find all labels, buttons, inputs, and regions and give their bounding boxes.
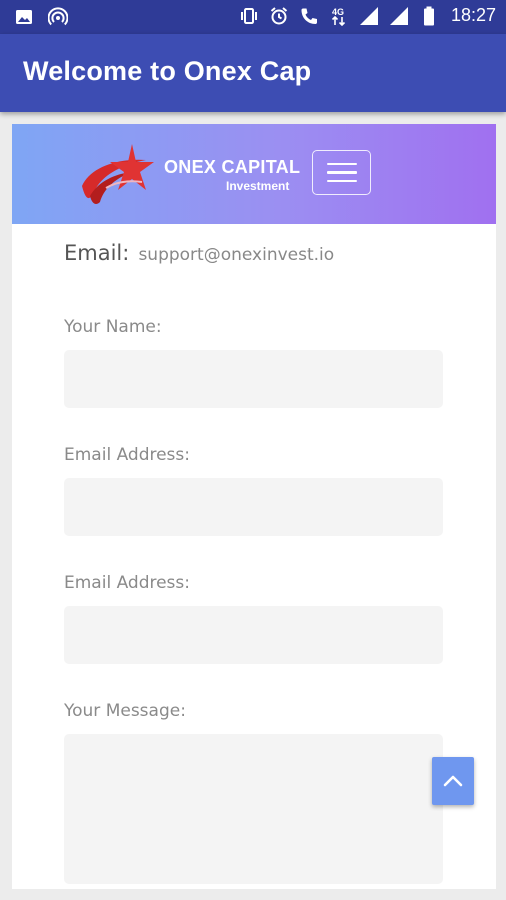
status-bar: 4G 18:27	[0, 0, 506, 34]
contact-email: Email: support@onexinvest.io	[64, 241, 334, 265]
image-icon	[14, 7, 34, 27]
name-input[interactable]	[64, 350, 443, 408]
email-address-label-2: Email Address:	[64, 573, 190, 593]
signal-icon	[389, 6, 409, 26]
email-address-label: Email Address:	[64, 445, 190, 465]
app-title: Welcome to Onex Cap	[23, 56, 312, 86]
email-label: Email:	[64, 241, 130, 265]
email-value[interactable]: support@onexinvest.io	[138, 245, 334, 265]
alarm-icon	[269, 6, 289, 26]
email-address-input-2[interactable]	[64, 606, 443, 664]
email-address-input[interactable]	[64, 478, 443, 536]
webview-content: ONEX CAPITAL Investment Email: support@o…	[12, 124, 496, 889]
status-time: 18:27	[450, 5, 496, 25]
brand-name: ONEX CAPITAL	[164, 157, 301, 177]
battery-icon	[419, 6, 439, 26]
svg-text:4G: 4G	[332, 7, 344, 17]
vibrate-icon	[239, 6, 259, 26]
message-textarea[interactable]	[64, 734, 443, 884]
scroll-to-top-button[interactable]	[432, 757, 474, 805]
signal-icon	[359, 6, 379, 26]
name-label: Your Name:	[64, 317, 162, 337]
logo-icon	[82, 144, 154, 204]
site-header: ONEX CAPITAL Investment	[12, 124, 496, 224]
data-arrows-icon: 4G	[329, 6, 349, 26]
message-label: Your Message:	[64, 701, 186, 721]
brand-subtitle: Investment	[226, 179, 290, 193]
app-bar: Welcome to Onex Cap	[0, 34, 506, 112]
call-icon	[299, 6, 319, 26]
hotspot-icon	[48, 7, 68, 27]
hamburger-menu-icon[interactable]	[312, 150, 371, 195]
chevron-up-icon	[443, 775, 463, 787]
